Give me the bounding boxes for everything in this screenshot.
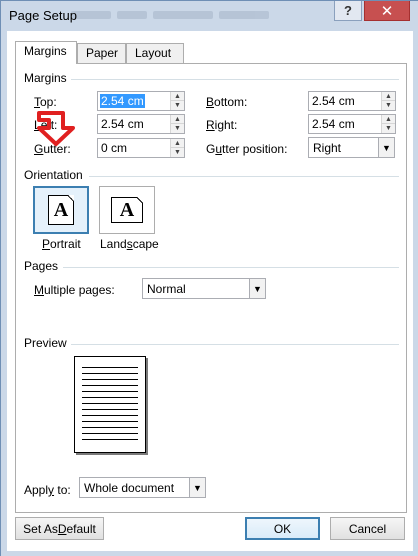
pages-section-label: Pages: [24, 259, 59, 273]
spin-down-icon[interactable]: ▼: [171, 148, 184, 157]
page-setup-dialog: Page Setup ? ✕ Margins Paper Layout Marg…: [0, 0, 418, 556]
chevron-down-icon[interactable]: ▼: [378, 138, 394, 157]
tab-paper[interactable]: Paper: [77, 43, 126, 63]
chevron-down-icon[interactable]: ▼: [249, 279, 265, 298]
preview-text-line: [82, 397, 138, 398]
dialog-title: Page Setup: [9, 8, 77, 23]
tab-margins[interactable]: Margins: [15, 41, 77, 64]
multiple-pages-label: Multiple pages:: [34, 283, 115, 297]
multiple-pages-value: Normal: [147, 282, 186, 296]
bottom-margin-spin-arrows[interactable]: ▲ ▼: [381, 92, 395, 110]
gutter-position-value: Right: [313, 141, 342, 155]
preview-text-line: [82, 367, 138, 368]
gutter-spin-arrows[interactable]: ▲ ▼: [170, 139, 184, 157]
portrait-button[interactable]: A: [33, 186, 89, 234]
multiple-pages-dropdown[interactable]: Normal ▼: [142, 278, 266, 299]
ok-button[interactable]: OK: [245, 517, 320, 540]
margins-divider: [71, 79, 399, 80]
portrait-label: Portrait: [42, 237, 81, 251]
apply-to-label: Apply to:: [24, 483, 71, 497]
spin-up-icon[interactable]: ▲: [382, 92, 395, 101]
preview-text-line: [82, 433, 138, 434]
left-margin-spin-arrows[interactable]: ▲ ▼: [170, 115, 184, 133]
landscape-label: Landscape: [100, 237, 159, 251]
top-margin-spin-arrows[interactable]: ▲ ▼: [170, 92, 184, 110]
spin-up-icon[interactable]: ▲: [171, 92, 184, 101]
spin-down-icon[interactable]: ▼: [382, 124, 395, 133]
spin-down-icon[interactable]: ▼: [382, 101, 395, 110]
orientation-section-label: Orientation: [24, 168, 83, 182]
gutter-value[interactable]: 0 cm: [100, 141, 128, 155]
red-arrow-annotation-icon: [37, 111, 75, 146]
preview-text-line: [82, 427, 138, 428]
preview-text-line: [82, 421, 138, 422]
gutter-position-dropdown[interactable]: Right ▼: [308, 137, 395, 158]
preview-text-line: [82, 403, 138, 404]
right-margin-spinner[interactable]: 2.54 cm ▲ ▼: [308, 114, 396, 134]
close-button[interactable]: ✕: [364, 1, 410, 21]
gutter-spinner[interactable]: 0 cm ▲ ▼: [97, 138, 185, 158]
bottom-label: Bottom:: [206, 95, 248, 109]
right-label: Right:: [206, 118, 238, 132]
bottom-margin-spinner[interactable]: 2.54 cm ▲ ▼: [308, 91, 396, 111]
bottom-margin-value[interactable]: 2.54 cm: [311, 94, 356, 108]
spin-down-icon[interactable]: ▼: [171, 124, 184, 133]
top-label: Top:: [34, 95, 57, 109]
preview-text-line: [82, 379, 138, 380]
pages-divider: [63, 267, 399, 268]
apply-to-value: Whole document: [84, 481, 175, 495]
preview-text-line: [82, 385, 138, 386]
page-preview-thumbnail: [74, 356, 146, 453]
chevron-down-icon[interactable]: ▼: [189, 478, 205, 497]
left-margin-value[interactable]: 2.54 cm: [100, 117, 145, 131]
title-bar[interactable]: Page Setup ? ✕: [1, 1, 417, 31]
spin-up-icon[interactable]: ▲: [171, 139, 184, 148]
spin-up-icon[interactable]: ▲: [382, 115, 395, 124]
right-margin-spin-arrows[interactable]: ▲ ▼: [381, 115, 395, 133]
spin-down-icon[interactable]: ▼: [171, 101, 184, 110]
cancel-button[interactable]: Cancel: [330, 517, 405, 540]
help-button[interactable]: ?: [334, 1, 362, 21]
gutter-position-label: Gutter position:: [206, 142, 288, 156]
preview-section-label: Preview: [24, 336, 67, 350]
tab-layout[interactable]: Layout: [126, 43, 184, 63]
close-icon: ✕: [380, 2, 394, 20]
preview-text-line: [82, 439, 138, 440]
landscape-button[interactable]: A: [99, 186, 155, 234]
set-as-default-button[interactable]: Set As Default: [15, 517, 104, 540]
top-margin-spinner[interactable]: 2.54 cm ▲ ▼: [97, 91, 185, 111]
spin-up-icon[interactable]: ▲: [171, 115, 184, 124]
top-margin-value[interactable]: 2.54 cm: [100, 94, 145, 108]
preview-text-line: [82, 373, 138, 374]
portrait-page-icon: A: [48, 195, 74, 225]
apply-to-dropdown[interactable]: Whole document ▼: [79, 477, 206, 498]
preview-text-line: [82, 391, 138, 392]
background-window-ghost: [71, 3, 341, 27]
left-margin-spinner[interactable]: 2.54 cm ▲ ▼: [97, 114, 185, 134]
right-margin-value[interactable]: 2.54 cm: [311, 117, 356, 131]
preview-text-line: [82, 409, 138, 410]
preview-divider: [71, 344, 399, 345]
orientation-divider: [89, 176, 399, 177]
preview-text-line: [82, 415, 138, 416]
landscape-page-icon: A: [111, 197, 143, 223]
margins-section-label: Margins: [24, 71, 67, 85]
